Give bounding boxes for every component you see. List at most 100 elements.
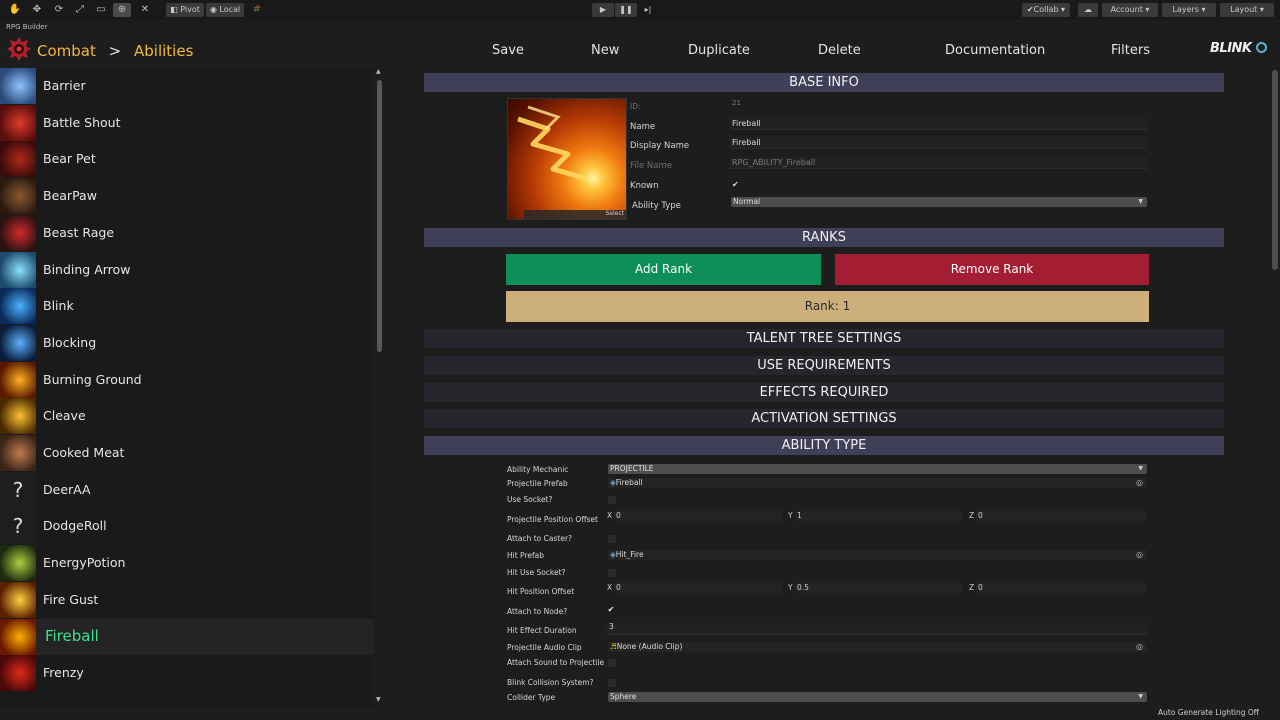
sidebar-item-label: Barrier [43,78,86,93]
collab-label: Collab [1033,5,1059,14]
sidebar-item-label: Fire Gust [43,591,99,607]
pause-button[interactable]: ❚❚ [615,3,637,17]
breadcrumb-current[interactable]: Abilities [134,42,193,60]
transform-tool-icon[interactable]: ⊕ [113,3,131,17]
collider-type-dropdown[interactable]: Sphere ▼ [608,692,1147,702]
question-icon: ? [0,471,36,508]
section-talent-tree-settings[interactable]: TALENT TREE SETTINGS [424,329,1224,348]
blink-collision-checkbox[interactable] [608,679,616,687]
sidebar-item-blink[interactable]: Blink [0,288,374,325]
custom-tool-icon[interactable]: ✕ [136,3,154,17]
sidebar-item-binding-arrow[interactable]: Binding Arrow [0,251,374,288]
scale-tool-icon[interactable]: ⤢ [71,3,89,17]
blink-collision-label: Blink Collision System? [507,678,594,687]
sidebar-item-cleave[interactable]: Cleave [0,398,374,435]
scroll-down-icon[interactable]: ▼ [376,696,381,703]
hit-offset-x-field[interactable] [614,583,782,593]
section-ranks[interactable]: RANKS [424,228,1224,247]
sidebar-item-beast-rage[interactable]: Beast Rage [0,214,374,251]
sidebar-item-label: DodgeRoll [43,518,107,534]
sidebar-item-energypotion[interactable]: EnergyPotion [0,545,374,582]
name-field[interactable] [730,118,1147,130]
audio-clip-field[interactable]: ♬None (Audio Clip) ◎ [608,642,1147,652]
id-value: 21 [732,99,741,107]
save-button[interactable]: Save [492,43,524,58]
proj-offset-y-field[interactable] [795,511,963,521]
sidebar-item-cooked-meat[interactable]: Cooked Meat [0,435,374,471]
rotate-tool-icon[interactable]: ⟳ [50,3,68,17]
sidebar-item-bearpaw[interactable]: BearPaw [0,178,374,215]
cloud-icon[interactable]: ☁ [1078,3,1098,17]
object-picker-icon[interactable]: ◎ [1136,478,1143,488]
use-socket-checkbox[interactable] [608,496,616,504]
pivot-icon: ◧ [170,5,178,14]
section-activation-settings[interactable]: ACTIVATION SETTINGS [424,409,1224,428]
hit-offset-y-field[interactable] [795,583,963,593]
sidebar-item-fire-gust[interactable]: Fire Gust [0,581,374,618]
attach-node-checkbox[interactable]: ✔ [607,606,615,614]
add-rank-button[interactable]: Add Rank [506,254,821,285]
documentation-button[interactable]: Documentation [945,43,1045,58]
attach-sound-checkbox[interactable] [608,659,616,667]
ability-icon-preview[interactable]: Select [507,98,627,220]
sidebar-item-frenzy[interactable]: Frenzy [0,655,374,692]
known-checkbox[interactable]: ✔ [732,180,739,189]
proj-offset-x-field[interactable] [614,511,782,521]
hit-duration-field[interactable] [607,623,1147,635]
sidebar-item-burning-ground[interactable]: Burning Ground [0,361,374,398]
object-picker-icon[interactable]: ◎ [1136,550,1143,560]
hit-use-socket-checkbox[interactable] [608,569,616,577]
select-image-button[interactable]: Select [524,210,626,219]
sidebar-item-barrier[interactable]: Barrier [0,68,374,104]
local-toggle[interactable]: ◉ Local [206,3,244,17]
account-dropdown[interactable]: Account ▾ [1102,3,1158,17]
main-scroll-thumb[interactable] [1272,70,1278,270]
rank-1-button[interactable]: Rank: 1 [506,291,1149,322]
delete-button[interactable]: Delete [818,43,861,58]
sidebar-item-bear-pet[interactable]: Bear Pet [0,141,374,178]
hit-prefab-field[interactable]: ◈Hit_Fire ◎ [608,550,1147,560]
section-base-info[interactable]: BASE INFO [424,73,1224,92]
sidebar-item-fireball[interactable]: Fireball [0,618,374,655]
ability-type-value: Normal [733,197,761,206]
object-picker-icon[interactable]: ◎ [1136,642,1143,652]
duplicate-button[interactable]: Duplicate [688,43,750,58]
move-tool-icon[interactable]: ✥ [28,3,46,17]
section-use-requirements[interactable]: USE REQUIREMENTS [424,356,1224,375]
step-button[interactable]: ▸| [638,3,658,17]
layers-dropdown[interactable]: Layers ▾ [1162,3,1216,17]
scroll-up-icon[interactable]: ▲ [376,68,381,75]
ability-mechanic-dropdown[interactable]: PROJECTILE ▼ [608,464,1147,474]
hand-tool-icon[interactable]: ✋ [6,3,24,17]
layout-dropdown[interactable]: Layout ▾ [1220,3,1274,17]
cleave-icon [0,398,36,435]
grid-snap-icon[interactable]: # [248,3,266,17]
section-effects-required[interactable]: EFFECTS REQUIRED [424,383,1224,402]
sidebar-item-dodgeroll[interactable]: ? DodgeRoll [0,508,374,545]
sidebar-item-label: Beast Rage [43,224,115,240]
pivot-toggle[interactable]: ◧ Pivot [166,3,204,17]
filters-button[interactable]: Filters [1111,43,1150,58]
section-ability-type[interactable]: ABILITY TYPE [424,436,1224,455]
hit-offset-z-field[interactable] [976,583,1147,593]
ability-type-label: Ability Type [632,201,681,211]
ability-type-dropdown[interactable]: Normal ▼ [731,197,1147,207]
remove-rank-button[interactable]: Remove Rank [835,254,1149,285]
brand-text: BLINK [1210,41,1252,56]
sidebar-scroll-thumb[interactable] [377,80,382,352]
collab-dropdown[interactable]: ✔Collab ▾ [1022,3,1070,17]
sidebar-item-deeraa[interactable]: ? DeerAA [0,471,374,508]
proj-offset-z-field[interactable] [976,511,1147,521]
display-name-field[interactable] [730,137,1147,149]
sidebar-item-blocking[interactable]: Blocking [0,324,374,361]
hit-offset-y-value: 0.5 [797,583,809,592]
projectile-prefab-field[interactable]: ◈Fireball ◎ [608,478,1147,488]
audio-clip-label: Projectile Audio Clip [507,643,582,652]
attach-caster-checkbox[interactable] [608,535,616,543]
sidebar-item-battle-shout[interactable]: Battle Shout [0,104,374,141]
sidebar-item-label: Blink [43,298,74,314]
play-button[interactable]: ▶ [592,3,614,17]
rect-tool-icon[interactable]: ▭ [92,3,110,17]
new-button[interactable]: New [591,43,619,58]
breadcrumb-root[interactable]: Combat [37,42,96,60]
